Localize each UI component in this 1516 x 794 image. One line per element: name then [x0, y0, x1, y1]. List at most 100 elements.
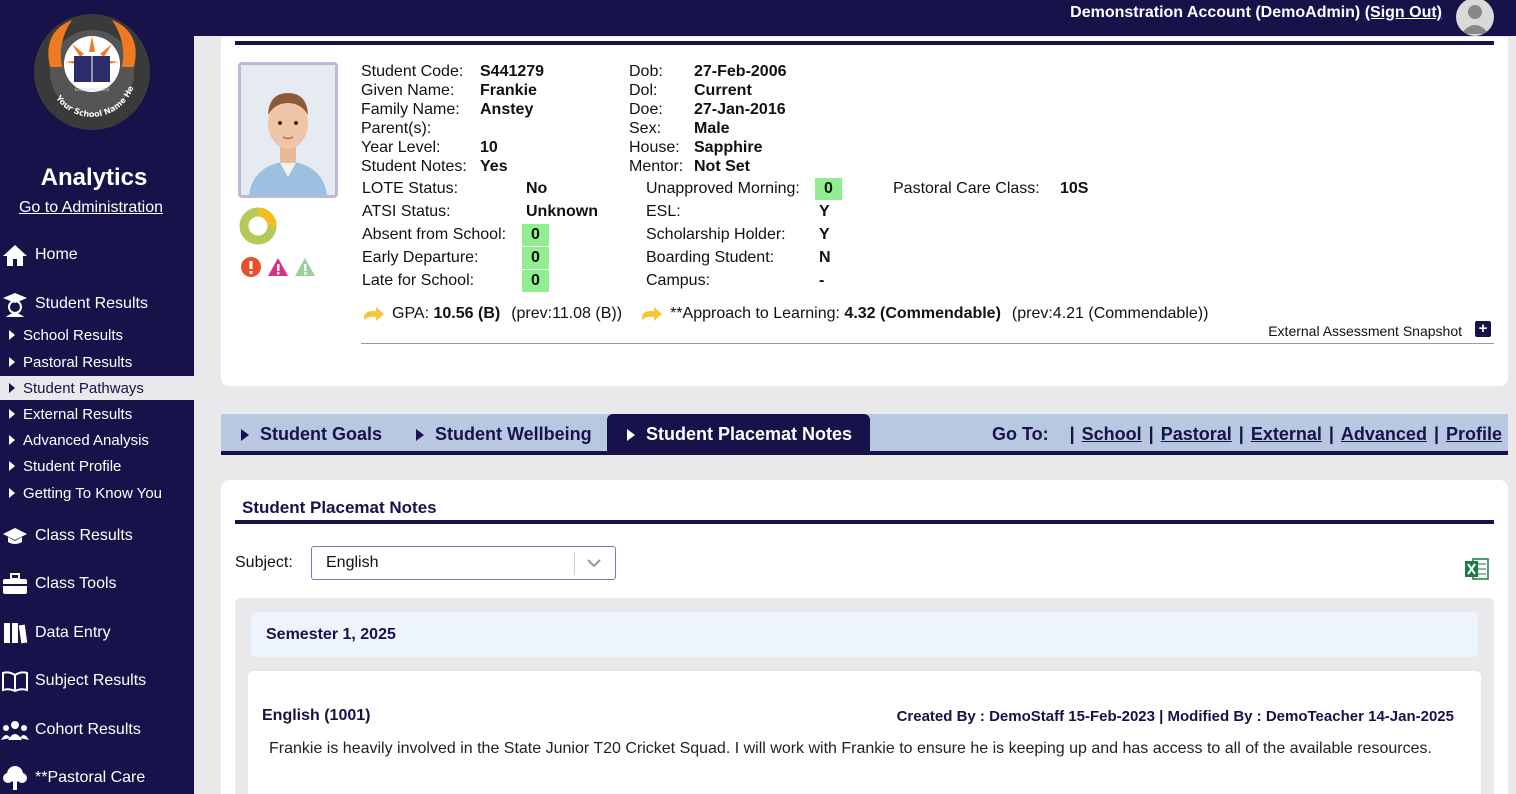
subject-select[interactable]: English	[311, 546, 616, 580]
nav-student-results-label: Student Results	[35, 295, 148, 312]
nav-data-entry-label: Data Entry	[35, 624, 111, 641]
doe-label: Doe:	[629, 101, 663, 118]
sub-student-pathways[interactable]: Student Pathways	[0, 376, 194, 400]
gpa-arrow-icon	[364, 307, 384, 321]
late-label: Late for School:	[362, 272, 475, 289]
alert-icons	[240, 256, 316, 278]
nav-student-results[interactable]: Student Results	[0, 289, 194, 319]
alert-magenta-icon[interactable]	[267, 256, 289, 278]
separator: |	[1433, 424, 1439, 444]
tab-student-goals[interactable]: Student Goals	[241, 414, 382, 455]
placemat-notes-panel: Student Placemat Notes Subject: English …	[221, 480, 1508, 794]
dob-label: Dob:	[629, 63, 663, 80]
gpa-row: GPA: 10.56 (B) (prev:11.08 (B)) **Approa…	[364, 305, 1208, 323]
year-level-label: Year Level:	[361, 139, 441, 156]
nav-data-entry[interactable]: Data Entry	[0, 618, 194, 648]
alert-red-icon[interactable]	[240, 256, 262, 278]
progress-donut-icon[interactable]	[238, 206, 278, 246]
nav-pastoral-care[interactable]: **Pastoral Care	[0, 763, 194, 793]
nav-cohort-results[interactable]: Cohort Results	[0, 715, 194, 745]
excel-export-icon[interactable]	[1465, 558, 1489, 580]
boarding-label: Boarding Student:	[646, 249, 775, 266]
nav-subject-results-label: Subject Results	[35, 672, 147, 689]
nav-subject-results[interactable]: Subject Results	[0, 666, 194, 696]
notes-list: Semester 1, 2025 English (1001) Created …	[235, 598, 1494, 794]
gpa-value: 10.56 (B)	[433, 305, 501, 322]
notes-title-underline	[235, 520, 1494, 524]
nav-class-results[interactable]: Class Results	[0, 521, 194, 551]
logo-established: Established 2000	[75, 87, 110, 92]
given-name-value: Frankie	[480, 82, 537, 99]
campus-value: -	[819, 272, 825, 289]
alert-green-icon[interactable]	[294, 256, 316, 278]
goto-external-link[interactable]: External	[1251, 424, 1322, 445]
lote-status-label: LOTE Status:	[362, 180, 459, 197]
nav-home[interactable]: Home	[0, 240, 194, 270]
sub-getting-to-know-you[interactable]: Getting To Know You	[0, 481, 194, 505]
sub-label: School Results	[23, 326, 124, 344]
sub-external-results[interactable]: External Results	[0, 402, 194, 426]
separator: |	[1148, 424, 1154, 444]
mortarboard-icon	[1, 522, 29, 550]
account-name: Demonstration Account (DemoAdmin)	[1070, 4, 1361, 21]
atl-value: 4.32 (Commendable)	[844, 305, 1001, 322]
sidebar: Established 2000 Your School Name Here A…	[0, 0, 194, 794]
note-entry: English (1001) Created By : DemoStaff 15…	[248, 671, 1481, 794]
atl-prev: (prev:4.21 (Commendable))	[1011, 305, 1209, 322]
nav-class-tools-label: Class Tools	[35, 575, 117, 592]
gpa-label: GPA:	[392, 305, 430, 322]
sub-pastoral-results[interactable]: Pastoral Results	[0, 350, 194, 374]
goto-advanced-link[interactable]: Advanced	[1341, 424, 1427, 445]
nav-home-label: Home	[35, 246, 78, 263]
admin-link[interactable]: Go to Administration	[0, 199, 182, 217]
tab-label: Student Placemat Notes	[646, 424, 853, 444]
goto-links: Go To: | School | Pastoral | External | …	[992, 414, 1502, 455]
note-subject: English (1001)	[262, 707, 371, 724]
goto-school-link[interactable]: School	[1082, 424, 1142, 445]
sub-advanced-analysis[interactable]: Advanced Analysis	[0, 428, 194, 452]
tab-label: Student Wellbeing	[435, 424, 592, 444]
house-label: House:	[629, 139, 680, 156]
user-avatar[interactable]	[1456, 0, 1494, 36]
family-name-label: Family Name:	[361, 101, 460, 118]
gpa-prev: (prev:11.08 (B))	[511, 305, 623, 322]
sub-label: External Results	[23, 405, 133, 423]
tab-label: Student Goals	[260, 424, 383, 444]
external-snapshot-label[interactable]: External Assessment Snapshot	[1268, 323, 1462, 339]
house-value: Sapphire	[694, 139, 763, 156]
sub-school-results[interactable]: School Results	[0, 323, 194, 347]
tab-student-placemat-notes[interactable]: Student Placemat Notes	[607, 414, 871, 455]
sub-student-profile[interactable]: Student Profile	[0, 454, 194, 478]
separator: |	[1238, 424, 1244, 444]
sub-label: Student Profile	[23, 457, 122, 475]
goto-pastoral-link[interactable]: Pastoral	[1161, 424, 1232, 445]
tab-bar: Student Goals Student Wellbeing Student …	[221, 414, 1508, 455]
toolbox-icon	[1, 570, 29, 598]
select-divider	[574, 552, 575, 575]
chevron-down-icon[interactable]	[586, 555, 602, 571]
separator: |	[1328, 424, 1334, 444]
sign-out-link[interactable]: (Sign Out)	[1365, 4, 1442, 21]
mentor-label: Mentor:	[629, 158, 684, 175]
boarding-value: N	[819, 249, 831, 266]
note-text: Frankie is heavily involved in the State…	[269, 740, 1432, 757]
book-icon	[1, 619, 29, 647]
scholarship-value: Y	[819, 226, 830, 243]
early-departure-value: 0	[522, 247, 549, 269]
semester-label: Semester 1, 2025	[266, 626, 396, 643]
dol-label: Dol:	[629, 82, 658, 99]
early-departure-label: Early Departure:	[362, 249, 479, 266]
esl-value: Y	[819, 203, 830, 220]
school-logo[interactable]: Established 2000 Your School Name Here	[32, 12, 152, 132]
tab-student-wellbeing[interactable]: Student Wellbeing	[416, 414, 592, 455]
student-summary-card: Student Code: S441279 Given Name: Franki…	[221, 37, 1508, 386]
expand-plus-icon[interactable]: +	[1475, 321, 1491, 337]
goto-profile-link[interactable]: Profile	[1446, 424, 1502, 445]
student-notes-label: Student Notes:	[361, 158, 467, 175]
dol-value: Current	[694, 82, 752, 99]
dob-value: 27-Feb-2006	[694, 63, 787, 80]
atl-arrow-icon	[642, 307, 663, 321]
atl-label: **Approach to Learning:	[670, 305, 840, 322]
pastoral-class-label: Pastoral Care Class:	[893, 180, 1040, 197]
nav-class-tools[interactable]: Class Tools	[0, 569, 194, 599]
